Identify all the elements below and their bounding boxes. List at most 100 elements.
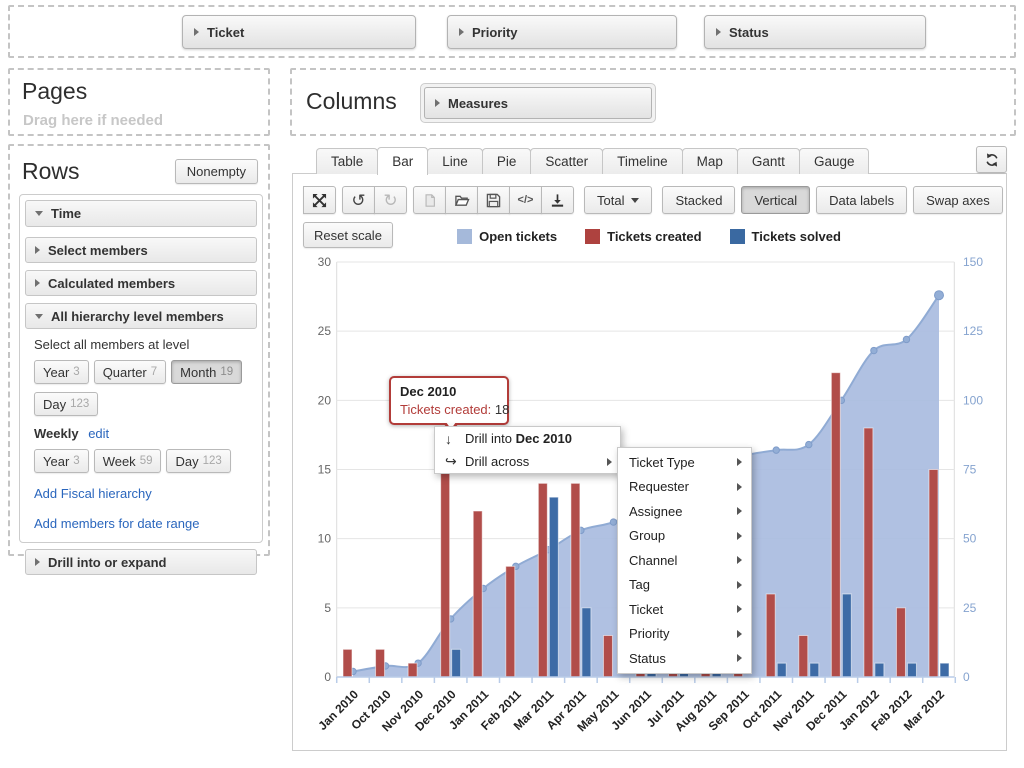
stacked-button[interactable]: Stacked bbox=[662, 186, 735, 214]
svg-text:75: 75 bbox=[963, 463, 977, 477]
legend-item-tickets-created[interactable]: Tickets created bbox=[585, 229, 701, 244]
submenu-status[interactable]: Status bbox=[618, 646, 751, 671]
chart-panel: ↺ ↻ bbox=[292, 173, 1007, 751]
level-count: 123 bbox=[70, 398, 89, 410]
legend-item-tickets-solved[interactable]: Tickets solved bbox=[730, 229, 841, 244]
fullscreen-icon bbox=[312, 193, 327, 208]
chevron-right-icon bbox=[459, 28, 464, 36]
legend-item-open-tickets[interactable]: Open tickets bbox=[457, 229, 557, 244]
submenu-arrow-icon bbox=[737, 654, 742, 662]
level-quarter-button[interactable]: Quarter7 bbox=[94, 360, 166, 384]
chart-legend: Open tickets Tickets created Tickets sol… bbox=[319, 229, 979, 244]
drill-expand-header[interactable]: Drill into or expand bbox=[25, 549, 257, 575]
chevron-right-icon bbox=[35, 279, 40, 287]
tab-pie[interactable]: Pie bbox=[482, 148, 532, 174]
measures-button[interactable]: Measures bbox=[424, 87, 652, 119]
level-count: 7 bbox=[151, 366, 157, 378]
swap-axes-button[interactable]: Swap axes bbox=[913, 186, 1003, 214]
filter-ticket-button[interactable]: Ticket bbox=[182, 15, 416, 49]
svg-text:30: 30 bbox=[318, 255, 332, 269]
submenu-assignee[interactable]: Assignee bbox=[618, 499, 751, 524]
add-fiscal-hierarchy-link[interactable]: Add Fiscal hierarchy bbox=[34, 486, 152, 501]
weekly-label: Weekly bbox=[34, 426, 79, 441]
filter-status-button[interactable]: Status bbox=[704, 15, 926, 49]
select-members-label: Select members bbox=[48, 243, 148, 258]
all-hierarchy-label: All hierarchy level members bbox=[51, 309, 224, 324]
weekly-edit-link[interactable]: edit bbox=[88, 426, 109, 441]
chevron-right-icon bbox=[35, 246, 40, 254]
weekly-year-button[interactable]: Year3 bbox=[34, 449, 89, 473]
time-dimension-panel: Time Select members Calculated members A… bbox=[19, 194, 263, 543]
level-select-label: Select all members at level bbox=[34, 337, 253, 352]
export-button[interactable] bbox=[541, 186, 574, 214]
level-year-button[interactable]: Year3 bbox=[34, 360, 89, 384]
svg-text:50: 50 bbox=[963, 532, 977, 546]
chevron-right-icon bbox=[194, 28, 199, 36]
refresh-button[interactable] bbox=[976, 146, 1007, 173]
tab-timeline[interactable]: Timeline bbox=[602, 148, 683, 174]
drill-across-submenu: Ticket Type Requester Assignee Group Cha… bbox=[617, 447, 752, 674]
columns-title: Columns bbox=[306, 88, 397, 115]
add-date-range-link[interactable]: Add members for date range bbox=[34, 516, 199, 531]
chevron-right-icon bbox=[35, 558, 40, 566]
save-button[interactable] bbox=[477, 186, 510, 214]
mdx-code-button[interactable]: </> bbox=[509, 186, 542, 214]
tab-gauge[interactable]: Gauge bbox=[799, 148, 870, 174]
tooltip-title: Dec 2010 bbox=[400, 384, 498, 399]
measures-label: Measures bbox=[448, 96, 508, 111]
drill-across-arrow-icon: ↪ bbox=[445, 453, 465, 470]
tab-gantt[interactable]: Gantt bbox=[737, 148, 800, 174]
tab-scatter[interactable]: Scatter bbox=[530, 148, 603, 174]
new-report-button[interactable] bbox=[413, 186, 446, 214]
chart-toolbar: ↺ ↻ bbox=[303, 186, 1003, 214]
level-day-button[interactable]: Day123 bbox=[34, 392, 98, 416]
tab-map[interactable]: Map bbox=[682, 148, 738, 174]
svg-text:20: 20 bbox=[318, 393, 332, 407]
tab-line[interactable]: Line bbox=[427, 148, 483, 174]
submenu-ticket[interactable]: Ticket bbox=[618, 597, 751, 622]
vertical-button[interactable]: Vertical bbox=[741, 186, 810, 214]
submenu-tag[interactable]: Tag bbox=[618, 573, 751, 598]
svg-text:0: 0 bbox=[963, 670, 970, 684]
filter-priority-label: Priority bbox=[472, 25, 518, 40]
select-members-header[interactable]: Select members bbox=[25, 237, 257, 263]
redo-button[interactable]: ↻ bbox=[374, 186, 407, 214]
submenu-channel[interactable]: Channel bbox=[618, 548, 751, 573]
submenu-ticket-type[interactable]: Ticket Type bbox=[618, 450, 751, 475]
drill-across-menu-item[interactable]: ↪ Drill across bbox=[435, 450, 620, 473]
submenu-requester[interactable]: Requester bbox=[618, 475, 751, 500]
fullscreen-button[interactable] bbox=[303, 186, 336, 214]
data-labels-button[interactable]: Data labels bbox=[816, 186, 907, 214]
save-icon bbox=[486, 193, 501, 208]
submenu-arrow-icon bbox=[737, 605, 742, 613]
open-button[interactable] bbox=[445, 186, 478, 214]
submenu-priority[interactable]: Priority bbox=[618, 622, 751, 647]
columns-drop-zone: Columns Measures bbox=[290, 68, 1016, 136]
weekly-day-button[interactable]: Day123 bbox=[166, 449, 230, 473]
drill-expand-label: Drill into or expand bbox=[48, 555, 166, 570]
tab-bar[interactable]: Bar bbox=[377, 147, 428, 175]
time-header[interactable]: Time bbox=[25, 200, 257, 227]
submenu-arrow-icon bbox=[607, 458, 612, 466]
tab-table[interactable]: Table bbox=[316, 148, 378, 174]
submenu-arrow-icon bbox=[737, 532, 742, 540]
legend-swatch bbox=[457, 229, 472, 244]
nonempty-button[interactable]: Nonempty bbox=[175, 159, 258, 184]
drill-into-menu-item[interactable]: ↓ Drill into Dec 2010 bbox=[435, 427, 620, 450]
caret-down-icon bbox=[631, 198, 639, 203]
filter-ticket-label: Ticket bbox=[207, 25, 244, 40]
legend-swatch bbox=[585, 229, 600, 244]
undo-button[interactable]: ↺ bbox=[342, 186, 375, 214]
new-file-icon bbox=[423, 193, 437, 208]
all-hierarchy-header[interactable]: All hierarchy level members bbox=[25, 303, 257, 329]
svg-text:100: 100 bbox=[963, 393, 983, 407]
submenu-group[interactable]: Group bbox=[618, 524, 751, 549]
calculated-members-header[interactable]: Calculated members bbox=[25, 270, 257, 296]
total-dropdown[interactable]: Total bbox=[584, 186, 652, 214]
weekly-week-button[interactable]: Week59 bbox=[94, 449, 162, 473]
level-month-button[interactable]: Month19 bbox=[171, 360, 242, 384]
level-count: 123 bbox=[203, 455, 222, 467]
all-hierarchy-body: Select all members at level Year3 Quarte… bbox=[25, 329, 257, 539]
measures-well: Measures bbox=[420, 83, 656, 123]
filter-priority-button[interactable]: Priority bbox=[447, 15, 677, 49]
